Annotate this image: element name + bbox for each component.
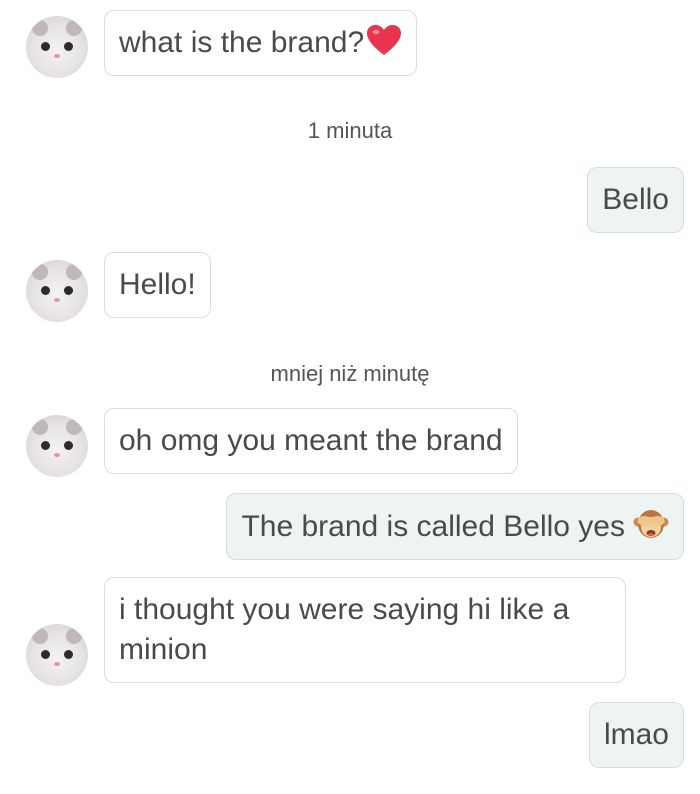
timestamp: 1 minuta <box>307 118 393 143</box>
message-bubble-outgoing[interactable]: lmao <box>588 702 684 768</box>
chat-thread: what is the brand? 1 minuta Bello Hello!… <box>0 0 700 794</box>
red-heart-emoji-icon <box>367 25 402 55</box>
message-text: lmao <box>603 718 669 751</box>
contact-avatar[interactable] <box>26 415 88 477</box>
message-text: The brand is called Bello yes <box>241 510 625 543</box>
contact-avatar[interactable] <box>26 16 88 78</box>
message-text: oh omg you meant the brand <box>119 424 503 457</box>
message-text: Bello <box>602 183 669 216</box>
contact-avatar[interactable] <box>26 624 88 686</box>
message-text: i thought you were saying hi like a mini… <box>119 593 570 666</box>
message-bubble-incoming[interactable]: Hello! <box>104 252 211 318</box>
message-bubble-outgoing[interactable]: The brand is called Bello yes <box>226 493 684 560</box>
contact-avatar[interactable] <box>26 260 88 322</box>
message-text: Hello! <box>119 268 196 301</box>
message-bubble-outgoing[interactable]: Bello <box>587 167 684 233</box>
see-no-evil-monkey-emoji-icon <box>633 510 669 538</box>
message-text: what is the brand? <box>119 26 365 59</box>
message-bubble-incoming[interactable]: oh omg you meant the brand <box>104 408 518 474</box>
message-bubble-incoming[interactable]: i thought you were saying hi like a mini… <box>104 577 626 683</box>
message-bubble-incoming[interactable]: what is the brand? <box>104 10 418 76</box>
timestamp: mniej niż minutę <box>270 361 430 386</box>
